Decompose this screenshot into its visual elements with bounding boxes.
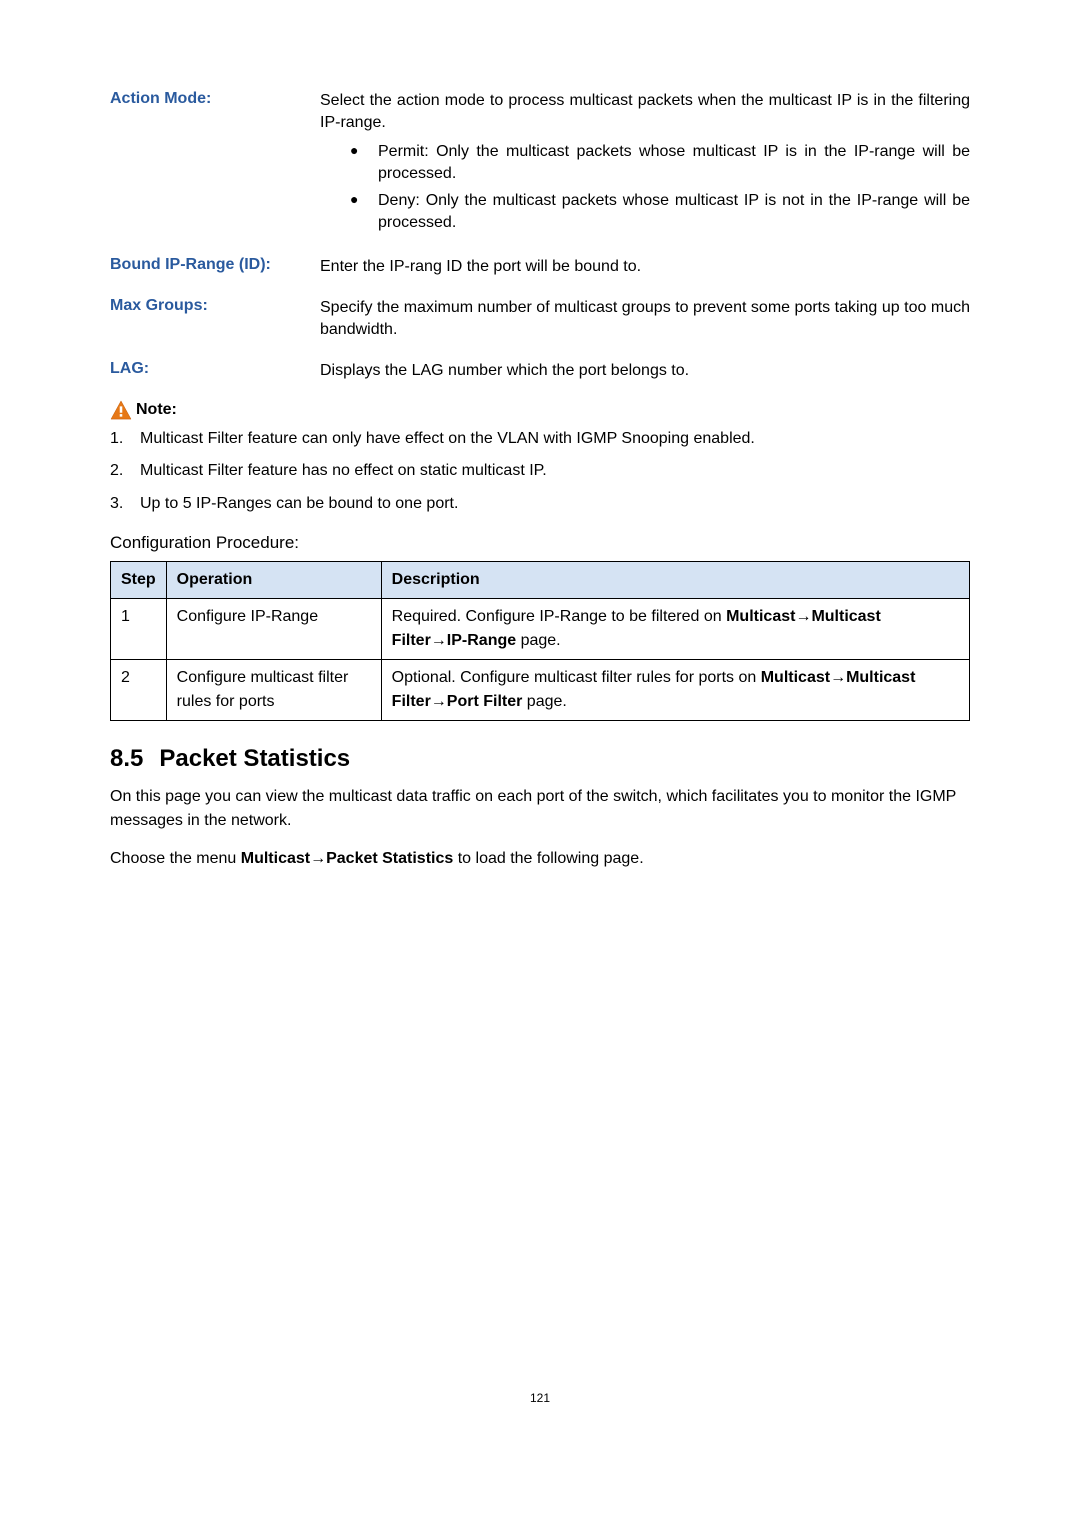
paragraph-text: Choose the menu xyxy=(110,850,241,867)
definition-term: Action Mode: xyxy=(110,90,320,238)
note-section: Note: Multicast Filter feature can only … xyxy=(110,400,970,515)
bullet-list: Permit: Only the multicast packets whose… xyxy=(350,141,970,235)
section-heading: 8.5 Packet Statistics xyxy=(110,745,970,773)
definition-term: Max Groups: xyxy=(110,297,320,342)
bullet-item: Deny: Only the multicast packets whose m… xyxy=(350,190,970,235)
bullet-item: Permit: Only the multicast packets whose… xyxy=(350,141,970,186)
body-paragraph: On this page you can view the multicast … xyxy=(110,785,970,833)
table-header-operation: Operation xyxy=(166,562,381,599)
note-item: Multicast Filter feature has no effect o… xyxy=(110,460,970,482)
note-list: Multicast Filter feature can only have e… xyxy=(110,428,970,515)
definition-term: LAG: xyxy=(110,360,320,382)
procedure-table: Step Operation Description 1 Configure I… xyxy=(110,561,970,721)
definitions-section: Action Mode: Select the action mode to p… xyxy=(110,90,970,382)
definition-row: Action Mode: Select the action mode to p… xyxy=(110,90,970,238)
definition-desc: Specify the maximum number of multicast … xyxy=(320,297,970,342)
desc-text: Optional. Configure multicast filter rul… xyxy=(392,669,761,686)
paragraph-bold: Multicast→Packet Statistics xyxy=(241,850,454,867)
definition-desc: Displays the LAG number which the port b… xyxy=(320,360,970,382)
definition-row: Max Groups: Specify the maximum number o… xyxy=(110,297,970,342)
definition-desc: Enter the IP-rang ID the port will be bo… xyxy=(320,256,970,278)
section-title: Packet Statistics xyxy=(159,745,350,772)
note-item: Multicast Filter feature can only have e… xyxy=(110,428,970,450)
definition-desc: Select the action mode to process multic… xyxy=(320,90,970,238)
definition-desc-text: Select the action mode to process multic… xyxy=(320,92,970,131)
definition-row: Bound IP-Range (ID): Enter the IP-rang I… xyxy=(110,256,970,278)
warning-icon xyxy=(110,400,132,420)
note-label: Note: xyxy=(136,401,177,419)
note-header: Note: xyxy=(110,400,970,420)
table-header-step: Step xyxy=(111,562,167,599)
table-header-row: Step Operation Description xyxy=(111,562,970,599)
table-header-description: Description xyxy=(381,562,969,599)
desc-text: page. xyxy=(516,632,560,649)
page-number: 121 xyxy=(110,1391,970,1405)
table-row: 2 Configure multicast filter rules for p… xyxy=(111,660,970,721)
desc-text: Required. Configure IP-Range to be filte… xyxy=(392,608,726,625)
body-paragraph: Choose the menu Multicast→Packet Statist… xyxy=(110,847,970,871)
desc-text: page. xyxy=(522,693,566,710)
definition-row: LAG: Displays the LAG number which the p… xyxy=(110,360,970,382)
note-item: Up to 5 IP-Ranges can be bound to one po… xyxy=(110,493,970,515)
table-cell-description: Required. Configure IP-Range to be filte… xyxy=(381,599,969,660)
table-cell-operation: Configure IP-Range xyxy=(166,599,381,660)
table-cell-description: Optional. Configure multicast filter rul… xyxy=(381,660,969,721)
table-cell-step: 2 xyxy=(111,660,167,721)
table-cell-step: 1 xyxy=(111,599,167,660)
config-procedure-title: Configuration Procedure: xyxy=(110,533,970,553)
paragraph-text: to load the following page. xyxy=(453,850,643,867)
definition-term: Bound IP-Range (ID): xyxy=(110,256,320,278)
section-number: 8.5 xyxy=(110,745,143,772)
table-cell-operation: Configure multicast filter rules for por… xyxy=(166,660,381,721)
table-row: 1 Configure IP-Range Required. Configure… xyxy=(111,599,970,660)
